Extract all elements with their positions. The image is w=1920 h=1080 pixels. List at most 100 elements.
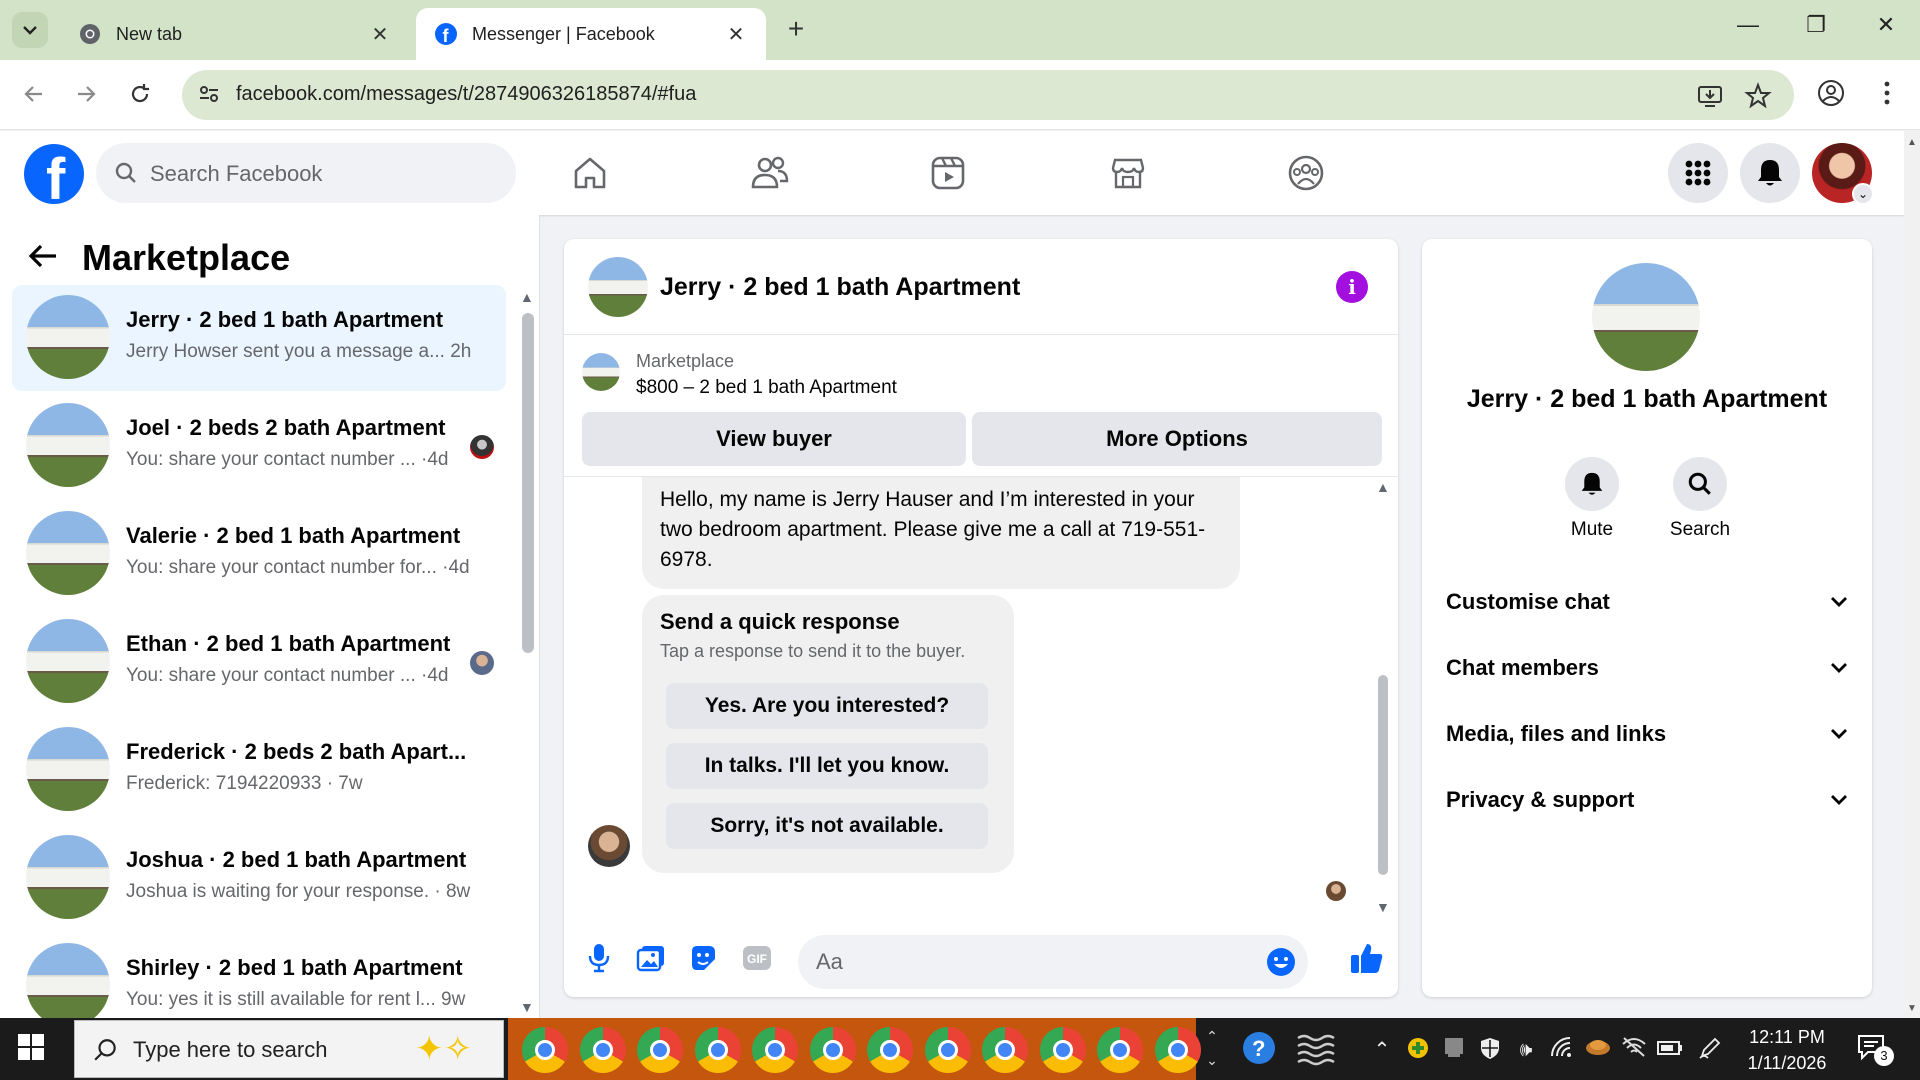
media-files-links-row[interactable]: Media, files and links (1446, 709, 1848, 759)
quick-response-button[interactable]: Yes. Are you interested? (666, 683, 988, 729)
device-icon[interactable] (1440, 1036, 1468, 1064)
new-tab-button[interactable]: + (780, 14, 812, 46)
menu-grid-button[interactable] (1668, 143, 1728, 203)
chrome-taskbar-icon[interactable] (861, 1018, 919, 1080)
conversation-item[interactable]: Frederick · 2 beds 2 bath Apart... Freder… (12, 717, 506, 823)
minimize-button[interactable]: — (1728, 12, 1768, 38)
back-button[interactable] (16, 76, 52, 112)
microphone-icon[interactable] (584, 943, 614, 973)
taskbar-overflow-arrows[interactable]: ⌃ ⌄ (1198, 1024, 1226, 1072)
privacy-support-row[interactable]: Privacy & support (1446, 775, 1848, 825)
tab-search-button[interactable] (12, 12, 48, 48)
wifi-icon[interactable] (1548, 1036, 1576, 1064)
security-shield-icon[interactable] (1404, 1036, 1432, 1064)
emoji-icon[interactable] (1266, 947, 1296, 982)
menu-kebab-icon[interactable] (1872, 78, 1906, 112)
facebook-search-input[interactable]: Search Facebook (96, 143, 516, 203)
notification-center-button[interactable]: 3 (1856, 1032, 1896, 1066)
chrome-taskbar-icon[interactable] (924, 1027, 971, 1073)
defender-shield-icon[interactable] (1476, 1036, 1504, 1064)
chat-scrollbar[interactable] (1378, 675, 1388, 875)
close-window-button[interactable]: ✕ (1866, 12, 1906, 38)
taskbar-search-input[interactable]: Type here to search ✦✧ (74, 1020, 504, 1078)
chrome-taskbar-icon[interactable] (1097, 1027, 1143, 1073)
back-arrow-icon[interactable] (28, 240, 60, 277)
listing-thumbnail-small[interactable] (582, 353, 620, 391)
chrome-taskbar-icon[interactable] (1039, 1027, 1086, 1073)
scroll-up-arrow[interactable]: ▲ (1907, 137, 1917, 148)
listing-avatar[interactable] (1592, 263, 1700, 371)
home-icon[interactable] (568, 151, 612, 195)
tab-new-tab[interactable]: New tab ✕ (60, 8, 410, 60)
tab-messenger[interactable]: f Messenger | Facebook ✕ (416, 8, 766, 60)
chrome-taskbar-icon[interactable] (579, 1027, 626, 1073)
marketplace-icon[interactable] (1106, 151, 1150, 195)
chrome-taskbar-icon[interactable] (637, 1027, 683, 1073)
reload-button[interactable] (122, 76, 158, 112)
photo-icon[interactable] (636, 943, 666, 973)
chrome-taskbar-icon[interactable] (752, 1027, 798, 1073)
address-bar[interactable]: facebook.com/messages/t/2874906326185874… (182, 70, 1794, 120)
mute-button[interactable]: Mute (1552, 457, 1632, 541)
chrome-taskbar-icon[interactable] (1154, 1027, 1201, 1073)
conversation-item[interactable]: Joshua · 2 bed 1 bath Apartment Joshua is… (12, 825, 506, 931)
sidebar-scrollbar[interactable] (522, 313, 534, 653)
scroll-up-arrow[interactable]: ▲ (1376, 479, 1390, 495)
install-app-icon[interactable] (1696, 82, 1724, 110)
account-avatar[interactable]: ⌄ (1812, 143, 1874, 205)
listing-thumbnail[interactable] (588, 257, 648, 317)
facebook-logo[interactable]: f (24, 144, 84, 212)
video-icon[interactable] (926, 151, 970, 195)
scroll-down-arrow[interactable]: ▼ (1376, 899, 1390, 915)
show-hidden-icons-icon[interactable]: ⌃ (1368, 1036, 1396, 1064)
help-icon[interactable]: ? (1240, 1030, 1278, 1068)
like-thumb-icon[interactable] (1350, 943, 1384, 973)
chrome-taskbar-icon[interactable] (694, 1027, 741, 1073)
quick-response-button[interactable]: Sorry, it's not available. (666, 803, 988, 849)
scroll-down-arrow[interactable]: ▼ (520, 999, 534, 1015)
friends-icon[interactable] (748, 151, 792, 195)
sender-avatar[interactable] (588, 825, 630, 867)
conversation-item[interactable]: Valerie · 2 bed 1 bath Apartment You: sha… (12, 501, 506, 607)
forward-button[interactable] (68, 76, 104, 112)
bookmark-star-icon[interactable] (1744, 82, 1772, 110)
site-settings-icon[interactable] (198, 83, 220, 110)
chat-title[interactable]: Jerry · 2 bed 1 bath Apartment (660, 273, 1020, 302)
profile-icon[interactable] (1816, 78, 1850, 112)
conversation-item[interactable]: Shirley · 2 bed 1 bath Apartment You: yes… (12, 933, 506, 1018)
restore-button[interactable]: ❐ (1796, 12, 1836, 38)
search-in-chat-button[interactable]: Search (1660, 457, 1740, 541)
close-icon[interactable]: ✕ (368, 22, 392, 47)
volume-icon[interactable]: 🕪 (1512, 1036, 1540, 1064)
weather-icon[interactable] (1296, 1030, 1336, 1068)
scroll-up-arrow[interactable]: ▲ (520, 289, 534, 305)
more-options-button[interactable]: More Options (972, 412, 1382, 466)
chrome-taskbar-icon[interactable] (809, 1027, 856, 1073)
conversation-item[interactable]: Jerry · 2 bed 1 bath Apartment Jerry Hows… (12, 285, 506, 391)
cloud-sync-icon[interactable] (1584, 1036, 1612, 1064)
battery-icon[interactable] (1656, 1036, 1684, 1064)
conversation-item[interactable]: Ethan · 2 bed 1 bath Apartment You: share… (12, 609, 506, 715)
info-icon[interactable]: i (1336, 271, 1368, 303)
windows-start-icon[interactable] (16, 1032, 56, 1066)
page-scrollbar[interactable]: ▲ ▼ (1904, 131, 1920, 1018)
view-buyer-button[interactable]: View buyer (582, 412, 966, 466)
chrome-taskbar-icon[interactable] (522, 1027, 568, 1073)
chat-members-row[interactable]: Chat members (1446, 643, 1848, 693)
close-icon[interactable]: ✕ (724, 22, 748, 47)
conversation-item[interactable]: Joel · 2 beds 2 bath Apartment You: share… (12, 393, 506, 499)
network-disconnected-icon[interactable] (1620, 1036, 1648, 1064)
groups-icon[interactable] (1284, 151, 1328, 195)
scroll-down-arrow[interactable]: ▼ (1907, 1003, 1917, 1014)
notifications-button[interactable] (1740, 143, 1800, 203)
chrome-taskbar-icon[interactable] (982, 1027, 1028, 1073)
sticker-icon[interactable] (688, 943, 718, 973)
gif-icon[interactable]: GIF (742, 943, 772, 973)
pen-icon[interactable] (1696, 1036, 1724, 1064)
quick-response-button[interactable]: In talks. I'll let you know. (666, 743, 988, 789)
chevron-down-icon (1830, 592, 1848, 613)
taskbar-clock[interactable]: 12:11 PM 1/11/2026 (1732, 1024, 1842, 1076)
customise-chat-row[interactable]: Customise chat (1446, 577, 1848, 627)
message-input[interactable]: Aa (798, 935, 1308, 989)
listing-title[interactable]: $800 – 2 bed 1 bath Apartment (636, 377, 897, 399)
